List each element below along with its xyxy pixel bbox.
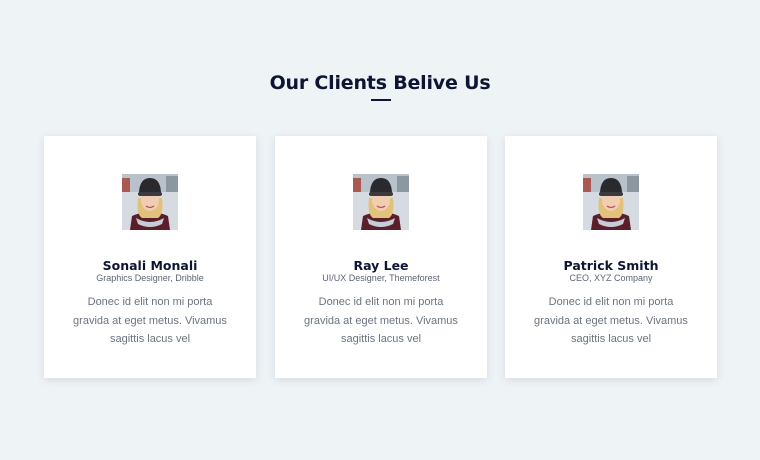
client-role: Graphics Designer, Dribble	[96, 273, 204, 283]
client-quote: Donec id elit non mi porta gravida at eg…	[534, 296, 688, 345]
client-quote: Donec id elit non mi porta gravida at eg…	[73, 296, 227, 345]
client-quote: Donec id elit non mi porta gravida at eg…	[304, 296, 458, 345]
client-name: Sonali Monali	[102, 258, 198, 273]
testimonial-card-3: Patrick Smith CEO, XYZ Company Donec id …	[505, 136, 717, 378]
testimonial-card-2: Ray Lee UI/UX Designer, Themeforest Done…	[275, 136, 487, 378]
title-underline	[371, 99, 391, 101]
client-name: Patrick Smith	[563, 258, 659, 273]
client-role: CEO, XYZ Company	[569, 273, 653, 283]
client-name: Ray Lee	[353, 258, 409, 273]
client-avatar	[122, 174, 178, 230]
client-avatar	[353, 174, 409, 230]
client-avatar	[583, 174, 639, 230]
client-role: UI/UX Designer, Themeforest	[322, 273, 440, 283]
section-title: Our Clients Belive Us	[269, 72, 491, 94]
testimonial-card-1: Sonali Monali Graphics Designer, Dribble…	[44, 136, 256, 378]
